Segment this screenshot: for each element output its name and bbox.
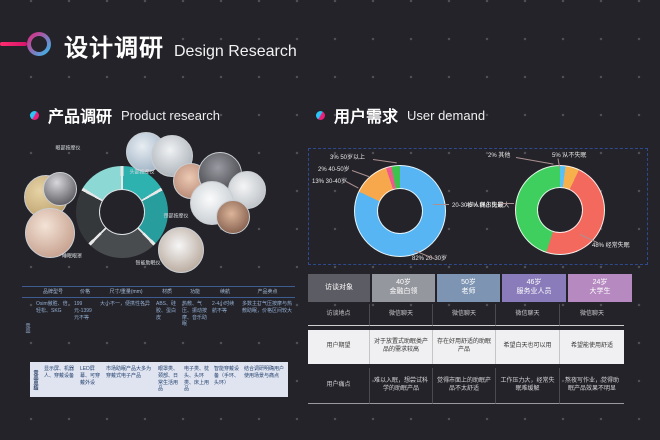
table-cell: 用户痛点 [308,368,370,404]
table-header-cell: 50岁 老师 [437,274,500,302]
chart-callout: 3% 50岁以上 [330,152,365,161]
table-cell: 觉得市面上的助眠产品不太舒适 [433,368,496,404]
table-cell: 市场助眠产品大多为穿戴式电子产品 [104,362,156,397]
table-cell: 微信聊天 [560,304,624,326]
section-heading-zh: 产品调研 [48,103,112,127]
leader-line [433,204,449,205]
competitor-table: 品牌型号 价格 尺寸/重量(mm) 材质 功能 续航 产品卖点 竞品 Osim傲… [22,286,295,397]
section-product-research: 产品调研 Product research [30,103,220,127]
table-cell: 多数主打气压按摩与热敷助眠，价格区间较大 [240,298,295,358]
table-cell: 熬夜写作业，觉得助眠产品效果不明显 [560,368,624,404]
table-cell: 199元-1399元不等 [72,298,98,358]
wheel-label: 头部按摩仪 [129,169,154,176]
table-cell: 结合调研明确用户使用场景与痛点 [242,362,288,397]
table-header-cell: 尺寸/重量(mm) [98,289,154,295]
competitor-table-header: 品牌型号 价格 尺寸/重量(mm) 材质 功能 续航 产品卖点 [22,286,295,298]
leader-line [500,203,514,204]
table-cell: 微信聊天 [496,304,560,326]
table-header-cell: 访谈对象 [308,274,370,302]
table-cell: 对于放置式助眠类产品的需求较高 [370,330,433,364]
product-category-wheel [76,166,168,258]
wheel-label: 颈部按摩仪 [163,213,188,220]
page-title: 设计调研 Design Research [64,28,297,63]
row-label: 竞品 [22,298,34,358]
product-photo [158,227,204,273]
table-cell: Osim傲胜、倍轻松、SKG [34,298,72,358]
interview-table-row-painpoint: 用户痛点 难以入眠，想尝试科学的助眠产品 觉得市面上的助眠产品不太舒适 工作压力… [308,368,624,404]
table-cell: ABS、硅胶、蛋白皮 [154,298,180,358]
section-user-demand: 用户需求 User demand [316,103,485,127]
age-donut-chart [354,165,446,257]
chart-callout: 45% 偶尔失眠 [466,200,504,209]
table-cell: 存在好用舒适的助眠产品 [433,330,496,364]
bullet-icon [316,111,325,120]
wheel-label: 智能助眠仪 [135,260,160,267]
table-cell: 访谈地点 [308,304,370,326]
bullet-icon [30,111,39,120]
table-header-cell: 品牌型号 [34,289,72,295]
table-cell: 微信聊天 [370,304,433,326]
table-cell: LED屏幕、可穿戴外设 [78,362,104,397]
table-cell: 工作压力大，经常失眠难缓解 [496,368,560,404]
table-header-cell: 价格 [72,289,98,295]
table-header-cell: 40岁 金融白领 [372,274,435,302]
table-cell: 希望白天也可以用 [496,330,560,364]
table-header-cell: 产品卖点 [240,289,295,295]
row-label: 竞品总结 [30,362,42,397]
page-title-zh: 设计调研 [64,28,164,63]
table-header-cell: 功能 [180,289,210,295]
table-cell: 希望能使用舒适 [560,330,624,364]
table-cell: 电子类、枕头、头环类、床上用品 [182,362,212,397]
competitor-table-body: 竞品 Osim傲胜、倍轻松、SKG 199元-1399元不等 大小不一，便携性各… [22,298,295,358]
wheel-label: 眼部按摩仪 [55,145,80,152]
table-cell: 大小不一，便携性各异 [98,298,154,358]
interview-table-row-expectation: 用户期望 对于放置式助眠类产品的需求较高 存在好用舒适的助眠产品 希望白天也可以… [308,330,624,364]
table-header-cell: 24岁 大学生 [568,274,632,302]
table-cell: 显示屏、机器人、穿戴设备 [42,362,78,397]
chart-callout: 2% 其他 [488,150,510,159]
product-photo [25,208,75,258]
product-photo [43,172,77,206]
table-cell: 眼罩类、颈部、日常生活用品 [156,362,182,397]
table-cell: 热敷、气压、振动按摩、音乐助眠 [180,298,210,358]
table-header-cell: 续航 [210,289,240,295]
accent-line [0,42,27,46]
interview-table-header: 访谈对象 40岁 金融白领 50岁 老师 46岁 服务业人员 24岁 大学生 [308,274,624,302]
ring-icon [27,32,51,56]
chart-callout: 2% 40-50岁 [318,164,350,173]
table-header-cell: 材质 [154,289,180,295]
table-cell: 2-4小时续航不等 [210,298,240,358]
table-cell: 难以入眠，想尝试科学的助眠产品 [370,368,433,404]
table-cell: 智能穿戴设备（手环、头环） [212,362,242,397]
section-heading-zh: 用户需求 [334,103,398,127]
table-cell: 用户期望 [308,330,370,364]
table-cell: 微信聊天 [433,304,496,326]
section-heading-en: User demand [407,108,485,123]
slide: 设计调研 Design Research 产品调研 Product resear… [0,0,660,440]
wheel-label: 睡眠眼罩 [62,253,82,260]
interview-table-row-location: 访谈地点 微信聊天 微信聊天 微信聊天 微信聊天 [308,304,624,326]
product-photo [216,200,250,234]
section-heading-en: Product research [121,108,220,123]
page-title-en: Design Research [174,43,297,61]
chart-callout: 13% 30-40岁 [312,176,347,185]
competitor-table-summary: 竞品总结 显示屏、机器人、穿戴设备 LED屏幕、可穿戴外设 市场助眠产品大多为穿… [30,362,288,397]
table-header-cell: 46岁 服务业人员 [502,274,566,302]
